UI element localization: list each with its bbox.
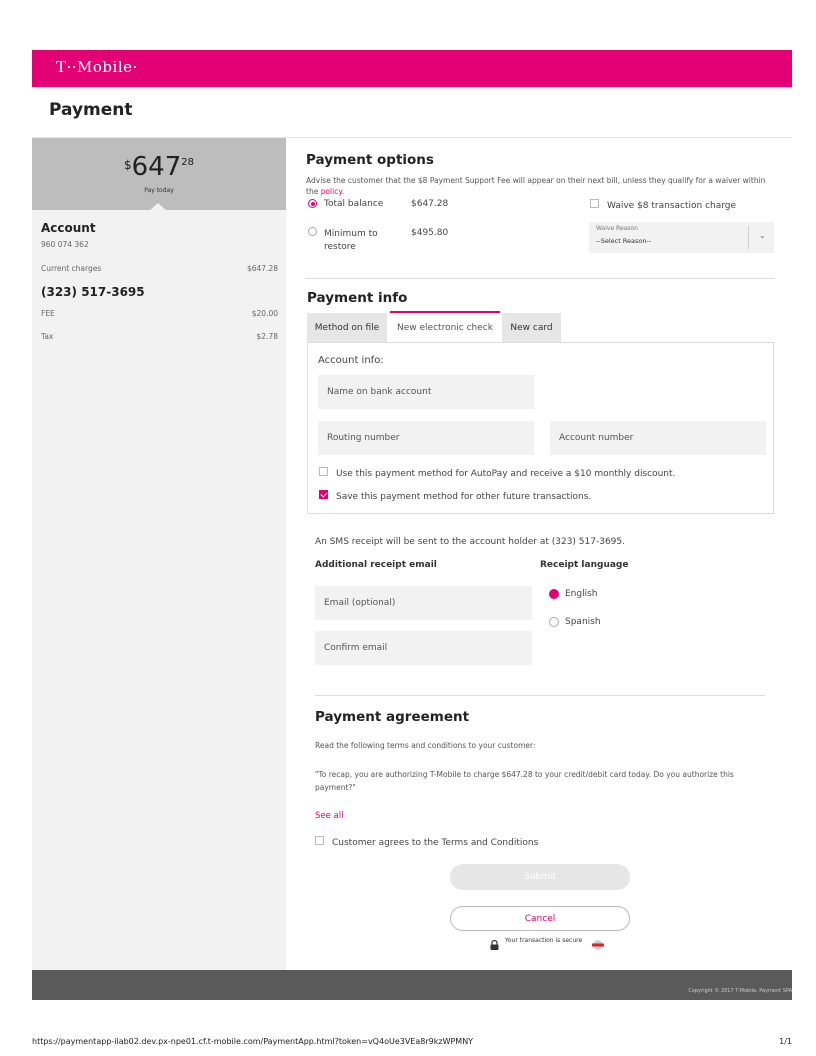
spanish-label: Spanish	[565, 617, 601, 627]
bank-account-name-field[interactable]: Name on bank account	[318, 375, 534, 409]
payment-info-heading: Payment info	[307, 290, 408, 306]
security-seal-icon	[591, 935, 605, 950]
fee-advice: Advise the customer that the $8 Payment …	[306, 175, 776, 197]
print-page-number: 1/1	[779, 1037, 792, 1046]
waive-reason-select[interactable]: Waive Reason --Select Reason-- ⌄	[589, 222, 774, 253]
lock-icon	[490, 935, 499, 950]
autopay-label: Use this payment method for AutoPay and …	[336, 469, 676, 479]
tab-new-electronic-check[interactable]: New electronic check	[390, 311, 500, 343]
english-radio[interactable]	[549, 589, 559, 599]
waive-charge-checkbox[interactable]	[590, 199, 599, 208]
currency-symbol: $	[123, 158, 132, 172]
payment-agreement-heading: Payment agreement	[315, 709, 470, 725]
account-number: 960 074 362	[41, 240, 89, 249]
chevron-down-icon: ⌄	[759, 231, 766, 240]
page-title: Payment	[49, 100, 133, 120]
terms-checkbox[interactable]	[315, 836, 324, 845]
amount-due: $64728	[32, 152, 286, 182]
print-url: https://paymentapp-ilab02.dev.px-npe01.c…	[32, 1037, 474, 1046]
secure-transaction-text: Your transaction is secure	[505, 937, 583, 944]
select-divider	[748, 226, 749, 249]
line-phone-number: (323) 517-3695	[41, 285, 145, 299]
agreement-quote: "To recap, you are authorizing T-Mobile …	[315, 770, 734, 792]
payment-options-heading: Payment options	[306, 152, 434, 168]
minimum-restore-label: Minimum to restore	[324, 229, 378, 252]
total-balance-label: Total balance	[324, 199, 384, 209]
receipt-divider	[315, 695, 765, 696]
policy-link[interactable]: policy.	[321, 187, 344, 196]
waive-reason-label: Waive Reason	[596, 225, 638, 232]
waive-charge-label: Waive $8 transaction charge	[607, 201, 737, 211]
total-balance-value: $647.28	[411, 199, 449, 209]
fee-label: FEE	[41, 309, 55, 318]
confirm-email-field[interactable]: Confirm email	[315, 631, 532, 665]
options-divider	[306, 278, 774, 279]
spanish-radio[interactable]	[549, 617, 559, 627]
tmobile-logo: T··Mobile·	[56, 58, 138, 76]
tax-value: $2.78	[256, 332, 278, 341]
fee-value: $20.00	[251, 309, 278, 318]
footer-bar	[32, 970, 792, 1000]
amount-dollars: 647	[131, 152, 182, 182]
sidebar	[32, 138, 286, 970]
total-balance-radio[interactable]	[308, 199, 317, 208]
pay-today-label: Pay today	[144, 187, 174, 194]
save-method-label: Save this payment method for other futur…	[336, 492, 592, 502]
submit-button[interactable]: Submit	[450, 864, 630, 890]
additional-email-heading: Additional receipt email	[315, 560, 437, 570]
account-heading: Account	[41, 221, 96, 235]
amount-cents: 28	[181, 157, 194, 168]
see-all-link[interactable]: See all	[315, 811, 344, 821]
agreement-instruction: Read the following terms and conditions …	[315, 741, 536, 750]
terms-label: Customer agrees to the Terms and Conditi…	[332, 838, 539, 848]
sms-receipt-notice: An SMS receipt will be sent to the accou…	[315, 537, 625, 547]
top-bar	[32, 50, 792, 87]
receipt-email-field[interactable]: Email (optional)	[315, 586, 532, 620]
receipt-language-heading: Receipt language	[540, 560, 629, 570]
account-number-field[interactable]: Account number	[550, 421, 766, 455]
current-charges-value: $647.28	[246, 264, 278, 273]
cancel-button[interactable]: Cancel	[450, 906, 630, 931]
tab-new-card[interactable]: New card	[502, 313, 561, 342]
waive-reason-value: --Select Reason--	[596, 237, 652, 245]
account-info-label: Account info:	[318, 355, 384, 366]
amount-pointer	[149, 203, 167, 211]
tax-label: Tax	[41, 332, 54, 341]
english-label: English	[565, 589, 598, 599]
minimum-restore-value: $495.80	[411, 228, 449, 238]
current-charges-label: Current charges	[41, 264, 102, 273]
save-method-checkbox[interactable]	[319, 490, 328, 499]
tab-method-on-file[interactable]: Method on file	[307, 313, 387, 342]
copyright-text: Copyright © 2017 T-Mobile, Payment SPA	[688, 988, 792, 994]
routing-number-field[interactable]: Routing number	[318, 421, 534, 455]
autopay-checkbox[interactable]	[319, 467, 328, 476]
fee-advice-text: Advise the customer that the $8 Payment …	[306, 176, 766, 196]
minimum-restore-radio[interactable]	[308, 227, 317, 236]
